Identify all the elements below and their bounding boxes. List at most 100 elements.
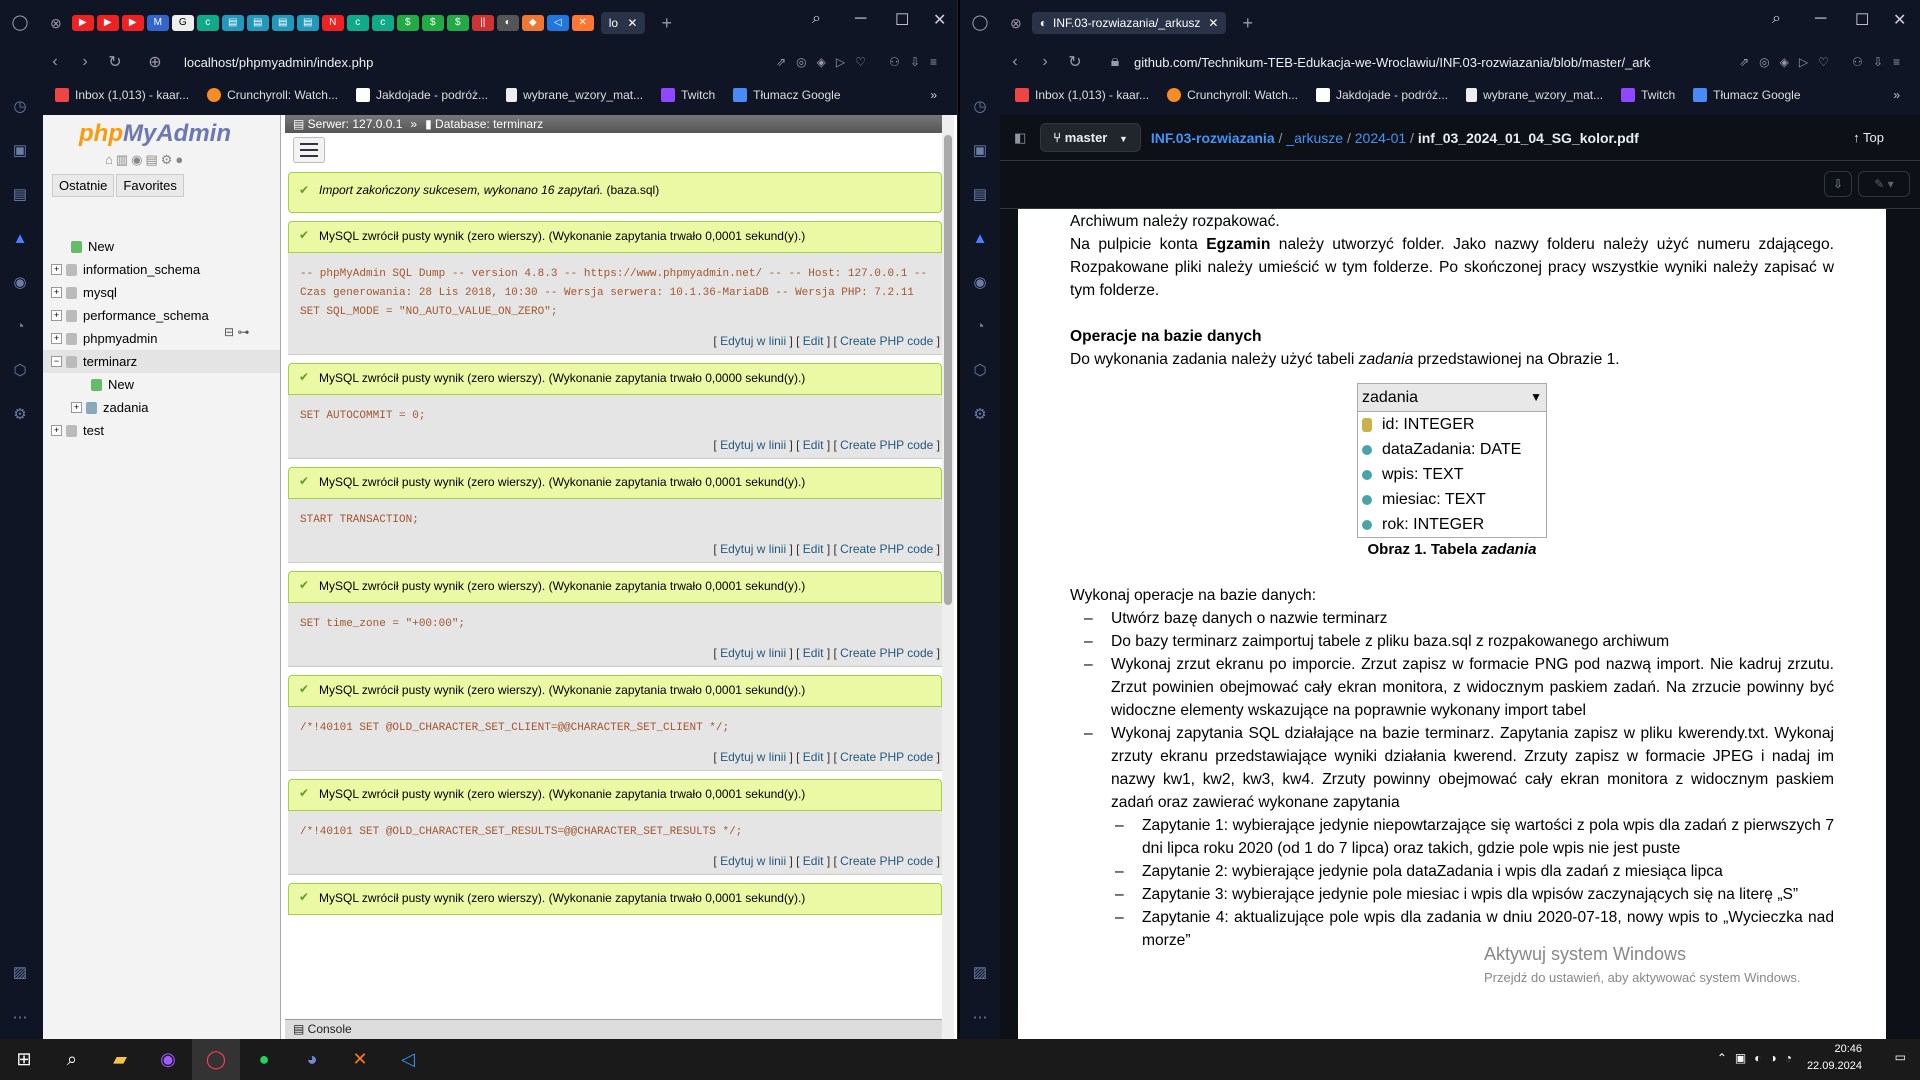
tab-site-icon[interactable]: $ [421,15,444,31]
expand-icon[interactable]: + [51,425,62,436]
bookmark-gmail[interactable]: Inbox (1,013) - kaar... [1015,88,1149,102]
settings-icon[interactable]: ⚙ [0,392,40,436]
opera-logo-icon[interactable]: ◯ [960,0,1000,44]
bookmarks-more-icon[interactable]: » [1893,88,1900,102]
branch-selector[interactable]: ⑂ master ▼ [1040,123,1141,152]
tab-gpt-icon[interactable]: G [171,15,194,31]
tab-youtube-icon[interactable]: ▶ [71,15,94,31]
workspace-icon[interactable]: ⊗ [1010,15,1022,32]
search-tabs-icon[interactable]: ⌕ [1772,10,1781,28]
tab-site-icon[interactable]: || [471,15,494,31]
bookmark-twitch[interactable]: Twitch [661,88,715,102]
crumb-subfolder[interactable]: 2024-01 [1355,130,1406,146]
tab-site-icon[interactable]: $ [396,15,419,31]
active-tab[interactable]: ◐ INF.03-rozwiazania/_arkusz ✕ [1031,12,1227,34]
back-icon[interactable]: ‹ [1000,53,1030,71]
scrollbar-thumb[interactable] [944,135,952,605]
edit-inline-link[interactable]: Edytuj w linii [720,750,786,764]
reload-icon[interactable]: ↻ [100,52,130,72]
expand-icon[interactable]: + [71,402,82,413]
expand-icon[interactable]: + [51,287,62,298]
page-scrollbar[interactable] [942,115,954,1039]
toolbar-icons[interactable]: ⇗◎◈▷♡ ⚇⇩≡ [776,55,947,69]
bookmark-crunchyroll[interactable]: Crunchyroll: Watch... [1167,88,1298,102]
photo-icon[interactable]: ▨ [0,950,40,994]
vscode-icon[interactable]: ◁ [384,1039,432,1080]
edit-link[interactable]: Edit [803,854,824,868]
toolbar-icons[interactable]: ⇗◎◈▷♡ ⚇⇩≡ [1739,55,1910,69]
more-icon[interactable]: ⋯ [0,995,40,1039]
edit-inline-link[interactable]: Edytuj w linii [720,334,786,348]
breadcrumb-server[interactable]: Serwer: 127.0.0.1 [308,117,403,131]
edit-link[interactable]: Edit [803,646,824,660]
tab-site-icon[interactable]: ▤ [271,15,294,31]
tree-db-performance-schema[interactable]: + performance_schema [43,304,280,327]
tab-youtube-icon[interactable]: ▶ [96,15,119,31]
create-php-code-link[interactable]: Create PHP code [840,438,933,452]
wallet-icon[interactable]: ▤ [960,172,1000,216]
download-icon[interactable]: ⇩ [1824,171,1852,197]
tree-table-zadania[interactable]: + zadania [43,396,280,419]
breadcrumb-database[interactable]: Database: terminarz [435,117,543,131]
new-tab-icon[interactable]: + [661,13,672,34]
forward-icon[interactable]: › [70,53,100,71]
opera-logo-icon[interactable]: ◯ [0,0,40,44]
tray-icons[interactable]: ⌃▣◐◑◔ [1717,1051,1800,1065]
expand-icon[interactable]: + [51,310,62,321]
top-button[interactable]: ↑ Top [1853,130,1884,145]
speed-dial-icon[interactable]: ◷ [0,84,40,128]
tree-new[interactable]: New [43,235,280,258]
spotify-icon[interactable]: ● [240,1039,288,1080]
notifications-icon[interactable]: ▭ [1895,1050,1906,1064]
active-tab[interactable]: lo ✕ [600,12,646,34]
create-php-code-link[interactable]: Create PHP code [840,542,933,556]
edit-inline-link[interactable]: Edytuj w linii [720,646,786,660]
edit-link[interactable]: Edit [803,750,824,764]
tab-xampp-icon[interactable]: ✕ [571,15,594,31]
hamburger-menu-button[interactable] [293,137,325,163]
close-window-icon[interactable]: ✕ [1893,10,1906,30]
back-icon[interactable]: ‹ [40,53,70,71]
edit-icon[interactable]: ✎ ▾ [1858,171,1910,197]
close-window-icon[interactable]: ✕ [933,10,946,30]
tab-site-icon[interactable]: c [346,15,369,31]
edit-link[interactable]: Edit [803,334,824,348]
bookmark-translate[interactable]: Tłumacz Google [733,88,841,102]
bookmark-gmail[interactable]: Inbox (1,013) - kaar... [55,88,189,102]
box-icon[interactable]: ⬡ [960,348,1000,392]
tab-vscode-icon[interactable]: ◁ [546,15,569,31]
opera-icon[interactable]: ◯ [192,1039,240,1080]
console-bar[interactable]: ▤ Console [285,1019,945,1039]
wallet-icon[interactable]: ▤ [0,172,40,216]
url-field[interactable]: localhost/phpmyadmin/index.php [184,55,373,70]
workspace-icon[interactable]: ⊗ [50,15,62,32]
collapse-link-icons[interactable]: ⊟ ⊶ [224,325,249,339]
create-php-code-link[interactable]: Create PHP code [840,750,933,764]
bookmark-crunchyroll[interactable]: Crunchyroll: Watch... [207,88,338,102]
lock-icon[interactable]: 🔒︎ [1100,53,1130,71]
pma-nav-icons[interactable]: ⌂▥◉▤⚙● [105,152,280,168]
bookmarks-more-icon[interactable]: » [930,88,937,102]
edit-inline-link[interactable]: Edytuj w linii [720,438,786,452]
tab-recent[interactable]: Ostatnie [52,174,115,197]
more-icon[interactable]: ⋯ [960,995,1000,1039]
history-icon[interactable]: ◔ [0,304,40,348]
url-field[interactable]: github.com/Technikum-TEB-Edukacja-we-Wro… [1134,55,1650,70]
xampp-icon[interactable]: ✕ [336,1039,384,1080]
expand-icon[interactable]: + [51,333,62,344]
expand-icon[interactable]: + [51,264,62,275]
pma-logo[interactable]: phpMyAdmin [79,120,280,148]
edit-inline-link[interactable]: Edytuj w linii [720,854,786,868]
clock[interactable]: 20:46 22.09.2024 [1807,1041,1862,1075]
tab-site-icon[interactable]: $ [446,15,469,31]
tab-site-icon[interactable]: ▤ [246,15,269,31]
create-php-code-link[interactable]: Create PHP code [840,334,933,348]
bookmark-twitch[interactable]: Twitch [1621,88,1675,102]
player-icon[interactable]: ◉ [960,260,1000,304]
tab-site-icon[interactable]: c [371,15,394,31]
tree-db-test[interactable]: + test [43,419,280,442]
create-php-code-link[interactable]: Create PHP code [840,646,933,660]
tab-github-icon[interactable]: ◐ [496,15,519,31]
tree-db-mysql[interactable]: + mysql [43,281,280,304]
tab-favorites[interactable]: Favorites [116,174,184,197]
